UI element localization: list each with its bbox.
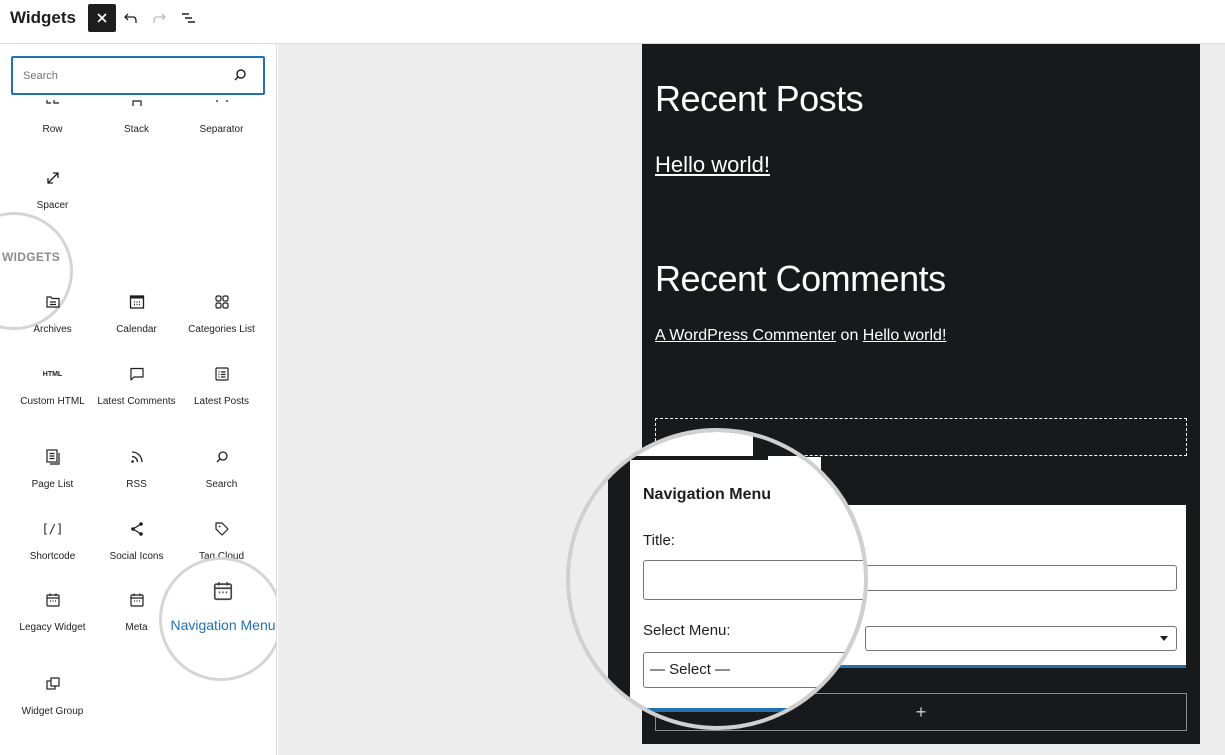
navigation-menu-icon: [213, 582, 233, 601]
meta-icon: [129, 593, 144, 607]
block-label: Latest Comments: [97, 396, 176, 407]
search-input[interactable]: [23, 66, 223, 86]
block-label: Legacy Widget: [19, 622, 86, 633]
block-label: Shortcode: [29, 551, 76, 562]
stack-icon: [131, 100, 142, 106]
recent-comments-heading: Recent Comments: [655, 258, 946, 299]
block-search[interactable]: [11, 56, 265, 95]
row-icon: [45, 100, 59, 104]
html-icon: HTML: [42, 370, 63, 378]
title-label: Title:: [643, 532, 675, 549]
categories-icon: [214, 295, 229, 309]
comment-icon: [129, 367, 144, 381]
block-item-separator[interactable]: Separator: [179, 100, 264, 135]
legacy-widget-icon: [45, 593, 60, 607]
block-item-row[interactable]: Row: [10, 100, 95, 135]
zoom-magnifier: Navigation Menu Title: Select Menu: — Se…: [566, 428, 868, 730]
calendar-icon: [129, 295, 144, 309]
block-inserter-panel: Row Stack Separator Spacer WIDGETS Archi…: [0, 44, 277, 755]
comment-author-link[interactable]: A WordPress Commenter: [655, 327, 836, 344]
block-label: Archives: [33, 324, 72, 335]
page-title: Widgets: [10, 8, 76, 27]
block-label: Widget Group: [21, 706, 84, 717]
widget-form-title: Navigation Menu: [643, 486, 772, 503]
widget-group-icon: [45, 677, 60, 690]
close-inserter-button[interactable]: [88, 4, 116, 32]
latest-posts-icon: [214, 367, 229, 381]
block-item-search[interactable]: Search: [179, 445, 264, 490]
block-label: RSS: [126, 479, 147, 490]
block-item-spacer[interactable]: Spacer: [10, 166, 95, 211]
block-item-latest-comments[interactable]: Latest Comments: [94, 362, 179, 407]
block-label: Stack: [123, 124, 149, 135]
undo-button[interactable]: [117, 4, 145, 32]
menu-select[interactable]: [865, 626, 1177, 651]
archives-icon: [45, 296, 60, 308]
redo-icon: [153, 13, 166, 23]
magnified-tab: [608, 432, 753, 456]
separator-icon: [215, 100, 228, 102]
block-item-latest-posts[interactable]: Latest Posts: [179, 362, 264, 407]
block-item-shortcode[interactable]: [/] Shortcode: [10, 517, 95, 562]
redo-button[interactable]: [145, 4, 173, 32]
block-item-tag-cloud[interactable]: Tag Cloud: [179, 517, 264, 562]
block-label: Latest Posts: [193, 396, 250, 407]
tag-icon: [214, 522, 229, 536]
select-menu-label: Select Menu:: [643, 622, 731, 639]
share-icon: [130, 522, 143, 536]
search-icon: [234, 69, 246, 81]
block-item-widget-group[interactable]: Widget Group: [10, 672, 95, 717]
undo-icon: [124, 13, 137, 23]
block-label: Calendar: [116, 324, 157, 335]
page-list-icon: [45, 449, 60, 465]
spacer-icon: [46, 172, 59, 184]
block-label: Custom HTML: [20, 396, 85, 407]
chevron-down-icon: [1160, 636, 1168, 641]
block-label: Social Icons: [109, 551, 164, 562]
list-view-icon: [182, 13, 195, 23]
block-item-calendar[interactable]: Calendar: [94, 290, 179, 335]
block-item-archives[interactable]: Archives: [10, 290, 95, 335]
block-item-navigation-menu[interactable]: Navigation Menu: [170, 577, 276, 633]
block-label: Row: [42, 124, 63, 135]
block-item-stack[interactable]: Stack: [94, 100, 179, 135]
block-label: Separator: [199, 124, 244, 135]
block-item-page-list[interactable]: Page List: [10, 445, 95, 490]
post-link[interactable]: Hello world!: [655, 152, 770, 178]
magnified-accent-bar: [630, 708, 864, 712]
recent-posts-heading: Recent Posts: [655, 78, 864, 119]
widgets-section-heading: WIDGETS: [2, 250, 61, 264]
title-input[interactable]: [643, 560, 864, 600]
block-item-social-icons[interactable]: Social Icons: [94, 517, 179, 562]
close-icon: [97, 13, 107, 23]
block-label: Search: [205, 479, 238, 490]
list-view-button[interactable]: [174, 4, 202, 32]
block-label: Navigation Menu: [170, 617, 276, 633]
block-label: Spacer: [36, 200, 69, 211]
comment-post-link[interactable]: Hello world!: [863, 327, 947, 344]
shortcode-icon: [/]: [41, 522, 64, 536]
comment-entry: A WordPress Commenter on Hello world!: [655, 327, 946, 345]
comment-connector: on: [840, 327, 859, 344]
block-item-custom-html[interactable]: HTML Custom HTML: [10, 362, 95, 408]
block-label: Page List: [31, 479, 74, 490]
select-menu-dropdown[interactable]: — Select —: [643, 652, 864, 688]
block-item-legacy-widget[interactable]: Legacy Widget: [10, 588, 95, 633]
block-item-categories-list[interactable]: Categories List: [179, 290, 264, 335]
block-item-rss[interactable]: RSS: [94, 445, 179, 490]
block-label: Categories List: [188, 324, 255, 335]
rss-icon: [130, 451, 143, 463]
editor-header: Widgets: [0, 0, 1225, 44]
title-field[interactable]: [865, 565, 1177, 591]
search-icon: [216, 451, 228, 463]
